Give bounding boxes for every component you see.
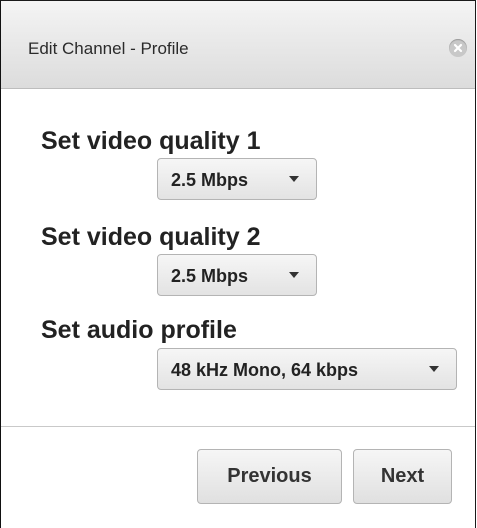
video-quality-1-select[interactable]: 2.5 Mbps <box>157 158 317 200</box>
next-button[interactable]: Next <box>353 449 452 504</box>
video-quality-1-value: 2.5 Mbps <box>171 170 249 190</box>
video-quality-2-value: 2.5 Mbps <box>171 266 249 286</box>
previous-button[interactable]: Previous <box>197 449 342 504</box>
chevron-down-icon <box>289 272 299 278</box>
video-quality-2-select[interactable]: 2.5 Mbps <box>157 254 317 296</box>
audio-profile-label: Set audio profile <box>41 316 237 344</box>
dialog-title: Edit Channel - Profile <box>28 39 189 58</box>
audio-profile-value: 48 kHz Mono, 64 kbps <box>171 360 359 380</box>
dialog-titlebar: Edit Channel - Profile <box>1 1 475 89</box>
edit-channel-profile-dialog: Edit Channel - Profile Set video quality… <box>0 0 476 528</box>
chevron-down-icon <box>429 366 439 372</box>
video-quality-1-label: Set video quality 1 <box>41 127 261 155</box>
audio-profile-select[interactable]: 48 kHz Mono, 64 kbps <box>157 348 457 390</box>
close-icon[interactable] <box>449 39 467 57</box>
video-quality-2-label: Set video quality 2 <box>41 223 261 251</box>
footer-divider <box>1 426 475 427</box>
chevron-down-icon <box>289 176 299 182</box>
